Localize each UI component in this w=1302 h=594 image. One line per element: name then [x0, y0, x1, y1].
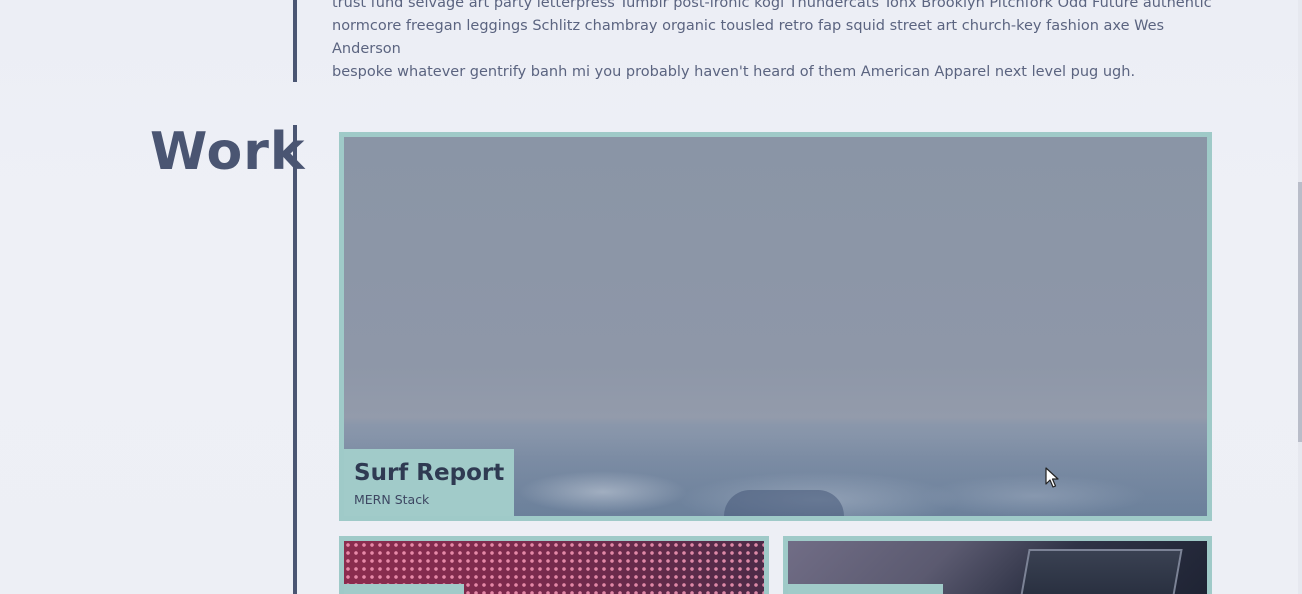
- work-section-divider: [293, 125, 297, 594]
- about-line-2: normcore freegan leggings Schlitz chambr…: [332, 18, 1165, 57]
- project-subtitle: MERN Stack: [354, 492, 430, 507]
- project-card-surf-report[interactable]: Surf Report MERN Stack: [339, 132, 1212, 521]
- about-paragraph: trust fund selvage art party letterpress…: [332, 0, 1212, 84]
- project-title: Surf Report: [354, 460, 505, 486]
- about-line-1: trust fund selvage art party letterpress…: [332, 0, 1212, 11]
- monitor-graphic: [1017, 549, 1183, 594]
- project-label-2: [344, 584, 464, 594]
- wave-crest-graphic: [724, 490, 844, 516]
- project-card-2[interactable]: [339, 536, 769, 594]
- project-label-3: [788, 584, 943, 594]
- work-section-title: Work: [150, 122, 306, 182]
- portfolio-page: trust fund selvage art party letterpress…: [0, 0, 1302, 594]
- project-card-3[interactable]: [783, 536, 1212, 594]
- scrollbar-thumb[interactable]: [1298, 182, 1302, 442]
- mouse-pointer-icon: [1045, 467, 1059, 488]
- scrollbar[interactable]: [1298, 0, 1302, 594]
- background-watermark: [130, 270, 163, 375]
- about-line-3: bespoke whatever gentrify banh mi you pr…: [332, 64, 1136, 80]
- project-label: Surf Report MERN Stack: [344, 449, 515, 516]
- about-section-divider: [293, 0, 297, 82]
